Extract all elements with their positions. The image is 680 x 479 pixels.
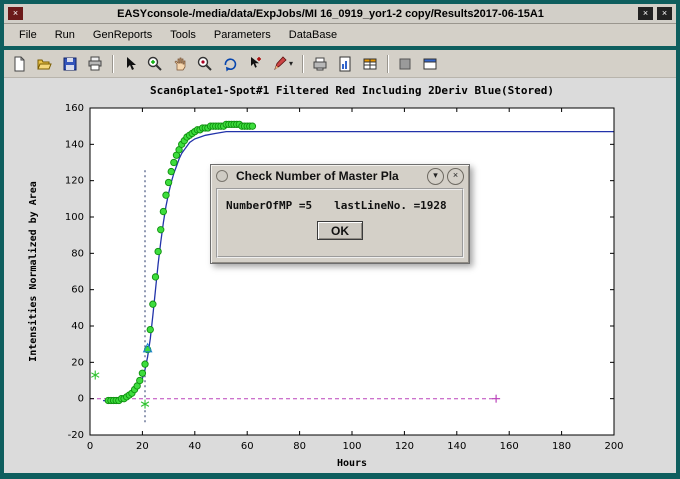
svg-text:120: 120 (395, 441, 414, 452)
svg-text:120: 120 (65, 176, 84, 187)
svg-text:80: 80 (293, 441, 306, 452)
dialog-menu-icon[interactable] (216, 170, 228, 182)
datacursor-tool-icon (247, 56, 263, 72)
menu-item-genreports[interactable]: GenReports (84, 26, 161, 44)
table-grid-button[interactable] (358, 52, 382, 76)
save-floppy-icon (62, 56, 78, 72)
copier-report-icon (312, 56, 328, 72)
dialog-titlebar[interactable]: Check Number of Master Pla ▾ × (211, 165, 469, 187)
svg-text:Intensities Normalized by Area: Intensities Normalized by Area (27, 181, 39, 362)
window-frame-button[interactable] (418, 52, 442, 76)
svg-text:20: 20 (136, 441, 149, 452)
toolbar-separator (302, 55, 303, 73)
zoom-in-icon (147, 56, 163, 72)
svg-text:40: 40 (188, 441, 201, 452)
menu-item-tools[interactable]: Tools (161, 26, 205, 44)
rotate-tool-icon (222, 56, 238, 72)
stop-square-button[interactable] (393, 52, 417, 76)
new-document-icon (12, 56, 28, 72)
cursor-arrow-button[interactable] (118, 52, 142, 76)
chart-report-button[interactable] (333, 52, 357, 76)
copier-report-button[interactable] (308, 52, 332, 76)
toolbar-separator (112, 55, 113, 73)
table-grid-icon (362, 56, 378, 72)
open-folder-icon (37, 56, 53, 72)
dialog-body: NumberOfMP =5 lastLineNo. =1928 OK (216, 188, 464, 258)
rotate-tool-button[interactable] (218, 52, 242, 76)
svg-text:20: 20 (71, 357, 84, 368)
menubar: FileRunGenReportsToolsParametersDataBase (4, 24, 676, 46)
svg-text:Scan6plate1-Spot#1 Filtered Re: Scan6plate1-Spot#1 Filtered Red Includin… (150, 84, 554, 97)
pan-hand-button[interactable] (168, 52, 192, 76)
svg-text:0: 0 (87, 441, 93, 452)
svg-text:160: 160 (500, 441, 519, 452)
figure-area: 020406080100120140160180200-200204060801… (4, 78, 676, 473)
window-frame-icon (422, 56, 438, 72)
svg-text:140: 140 (447, 441, 466, 452)
svg-text:Hours: Hours (337, 458, 367, 469)
print-icon (87, 56, 103, 72)
menu-item-database[interactable]: DataBase (280, 26, 346, 44)
cursor-arrow-icon (122, 56, 138, 72)
save-floppy-button[interactable] (58, 52, 82, 76)
svg-text:60: 60 (71, 285, 84, 296)
ok-button[interactable]: OK (317, 221, 363, 240)
dialog-message: NumberOfMP =5 lastLineNo. =1928 (226, 199, 454, 212)
dialog-field-numberofmp: NumberOfMP =5 (226, 199, 312, 212)
print-button[interactable] (83, 52, 107, 76)
datacursor-tool-button[interactable] (243, 52, 267, 76)
dialog-field-lastlineno: lastLineNo. =1928 (334, 199, 447, 212)
dropdown-caret-icon[interactable]: ▾ (289, 59, 293, 68)
zoom-orbit-button[interactable] (193, 52, 217, 76)
window-menu-button[interactable]: × (8, 7, 23, 20)
menu-item-run[interactable]: Run (46, 26, 84, 44)
open-folder-button[interactable] (33, 52, 57, 76)
stop-square-icon (397, 56, 413, 72)
menu-item-parameters[interactable]: Parameters (205, 26, 280, 44)
svg-text:160: 160 (65, 103, 84, 114)
brush-tool-icon (272, 56, 288, 72)
svg-text:-20: -20 (68, 430, 84, 441)
toolbar-separator (387, 55, 388, 73)
chart-report-icon (337, 56, 353, 72)
app-window: × EASYconsole-/media/data/ExpJobs/MI 16_… (4, 4, 676, 473)
svg-text:0: 0 (78, 394, 84, 405)
svg-text:100: 100 (342, 441, 361, 452)
check-master-plate-dialog: Check Number of Master Pla ▾ × NumberOfM… (210, 164, 470, 264)
svg-text:140: 140 (65, 139, 84, 150)
window-title: EASYconsole-/media/data/ExpJobs/MI 16_09… (25, 8, 636, 20)
close-button[interactable]: × (657, 7, 672, 20)
brush-tool-button[interactable]: ▾ (268, 52, 297, 76)
svg-text:80: 80 (71, 248, 84, 259)
new-document-button[interactable] (8, 52, 32, 76)
zoom-orbit-icon (197, 56, 213, 72)
svg-text:180: 180 (552, 441, 571, 452)
titlebar[interactable]: × EASYconsole-/media/data/ExpJobs/MI 16_… (4, 4, 676, 24)
pan-hand-icon (172, 56, 188, 72)
dialog-close-icon[interactable]: × (447, 168, 464, 185)
svg-text:200: 200 (604, 441, 623, 452)
chart-canvas: 020406080100120140160180200-200204060801… (4, 78, 676, 473)
maximize-button[interactable]: × (638, 7, 653, 20)
dialog-title: Check Number of Master Pla (236, 169, 424, 183)
dialog-minimize-icon[interactable]: ▾ (427, 168, 444, 185)
svg-text:100: 100 (65, 212, 84, 223)
toolbar: ▾ (4, 50, 676, 78)
svg-text:40: 40 (71, 321, 84, 332)
svg-text:60: 60 (241, 441, 254, 452)
zoom-in-button[interactable] (143, 52, 167, 76)
menu-item-file[interactable]: File (10, 26, 46, 44)
